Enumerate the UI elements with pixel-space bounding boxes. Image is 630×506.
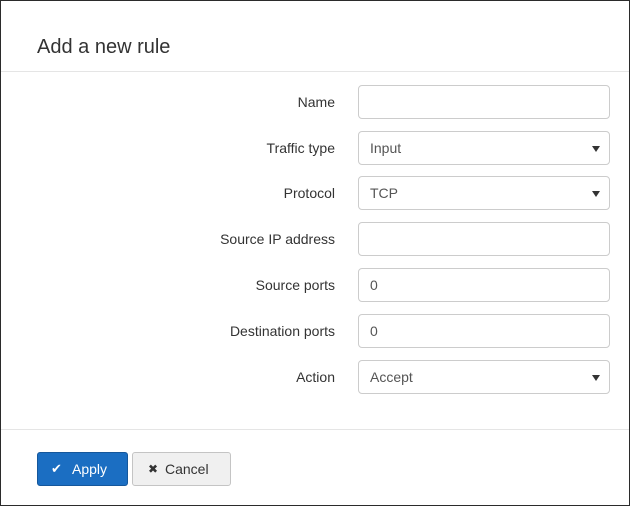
apply-button[interactable]: ✔ Apply — [37, 452, 128, 486]
apply-button-label: Apply — [72, 461, 108, 477]
source-ip-input[interactable] — [358, 222, 610, 256]
source-ports-label: Source ports — [255, 277, 335, 293]
chevron-down-icon — [592, 146, 600, 152]
form-row-name: Name — [1, 85, 629, 119]
protocol-select[interactable]: TCP — [358, 176, 610, 210]
action-label: Action — [296, 369, 335, 385]
cancel-button-label: Cancel — [165, 461, 209, 477]
form-row-protocol: Protocol TCP — [1, 176, 629, 210]
destination-ports-value: 0 — [370, 323, 378, 339]
form-row-action: Action Accept — [1, 360, 629, 394]
name-input[interactable] — [358, 85, 610, 119]
traffic-type-select[interactable]: Input — [358, 131, 610, 165]
form-row-source-ports: Source ports 0 — [1, 268, 629, 302]
checkmark-icon: ✔ — [51, 461, 62, 476]
action-select[interactable]: Accept — [358, 360, 610, 394]
traffic-type-value: Input — [370, 140, 402, 156]
source-ip-label: Source IP address — [220, 231, 335, 247]
form-row-traffic-type: Traffic type Input — [1, 131, 629, 165]
traffic-type-label: Traffic type — [266, 140, 335, 156]
close-icon: ✖ — [148, 462, 159, 476]
protocol-label: Protocol — [283, 185, 335, 201]
dialog-header: Add a new rule — [1, 1, 629, 72]
destination-ports-label: Destination ports — [229, 323, 335, 339]
form-row-source-ip: Source IP address — [1, 222, 629, 256]
dialog-title: Add a new rule — [37, 36, 171, 58]
dialog-footer: ✔ Apply ✖ Cancel — [1, 429, 629, 506]
name-label: Name — [297, 94, 335, 110]
cancel-button[interactable]: ✖ Cancel — [132, 452, 231, 486]
destination-ports-input[interactable]: 0 — [358, 314, 610, 348]
source-ports-value: 0 — [370, 277, 378, 293]
chevron-down-icon — [592, 375, 600, 381]
chevron-down-icon — [592, 191, 600, 197]
action-value: Accept — [370, 369, 413, 385]
source-ports-input[interactable]: 0 — [358, 268, 610, 302]
add-rule-dialog: Add a new rule Name Traffic type Input P… — [0, 0, 630, 506]
form-row-destination-ports: Destination ports 0 — [1, 314, 629, 348]
protocol-value: TCP — [370, 185, 398, 201]
